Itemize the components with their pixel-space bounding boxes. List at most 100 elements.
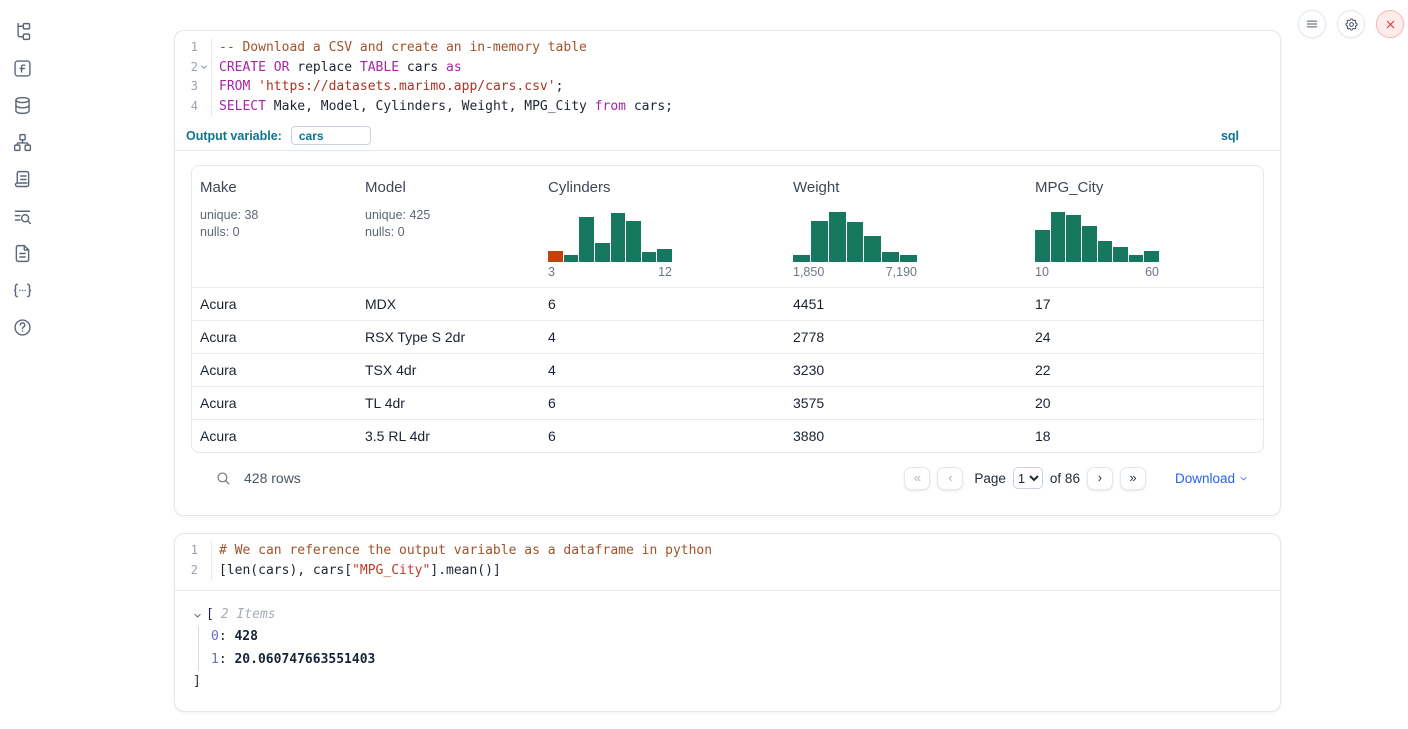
table-cell: 20 (1027, 395, 1263, 411)
histogram-bar[interactable] (1082, 226, 1097, 262)
histogram-bar[interactable] (657, 249, 672, 262)
file-explorer-icon[interactable] (12, 21, 33, 42)
histogram-bar[interactable] (548, 251, 563, 262)
sql-code-editor[interactable]: 1-- Download a CSV and create an in-memo… (175, 31, 1280, 122)
datasources-icon[interactable] (12, 95, 33, 116)
stat-line: unique: 425 (365, 207, 532, 224)
line-gutter: 4 (175, 97, 212, 117)
language-badge: sql (1221, 129, 1239, 143)
histogram-bar[interactable] (595, 243, 610, 262)
code-text[interactable]: -- Download a CSV and create an in-memor… (212, 38, 587, 58)
shutdown-button[interactable] (1376, 10, 1404, 38)
column-name[interactable]: Cylinders (548, 179, 777, 196)
column-name[interactable]: MPG_City (1035, 179, 1255, 196)
row-count: 428 rows (244, 470, 301, 486)
entry-key: 0 (211, 629, 219, 644)
collapse-chevron-icon[interactable] (193, 611, 202, 620)
column-histogram: 312 (548, 209, 672, 279)
menu-button[interactable] (1298, 10, 1326, 38)
dependency-graph-icon[interactable] (12, 132, 33, 153)
histogram-bar[interactable] (564, 255, 579, 262)
helper-functions-icon[interactable] (12, 58, 33, 79)
column-name[interactable]: Model (365, 179, 532, 196)
page-total-label: of 86 (1050, 471, 1080, 486)
snippets-icon[interactable] (12, 280, 33, 301)
histogram-labels: 1060 (1035, 265, 1159, 279)
histogram-bar[interactable] (811, 221, 828, 262)
last-page-button[interactable]: » (1120, 467, 1146, 490)
column-header: Model unique: 425nulls: 0 (357, 179, 540, 279)
documentation-icon[interactable] (12, 243, 33, 264)
column-name[interactable]: Weight (793, 179, 1019, 196)
histogram-max-label: 12 (658, 265, 672, 279)
table-cell: 4 (540, 362, 785, 378)
search-icon[interactable] (215, 470, 232, 487)
logs-icon[interactable] (12, 206, 33, 227)
help-icon[interactable] (12, 317, 33, 338)
python-cell: 1 # We can reference the output variable … (174, 533, 1281, 712)
histogram-bar[interactable] (882, 252, 899, 262)
code-text[interactable]: # We can reference the output variable a… (212, 541, 712, 561)
column-header: Makeunique: 38nulls: 0 (192, 179, 357, 279)
code-text[interactable]: SELECT Make, Model, Cylinders, Weight, M… (212, 97, 673, 117)
prev-page-button[interactable]: ‹ (937, 467, 963, 490)
code-line[interactable]: 2[len(cars), cars["MPG_City"].mean()] (175, 561, 1280, 581)
histogram-bar[interactable] (793, 255, 810, 262)
histogram-bar[interactable] (1035, 230, 1050, 262)
histogram-bar[interactable] (900, 255, 917, 262)
histogram-bar[interactable] (1129, 255, 1144, 262)
scratchpad-icon[interactable] (12, 169, 33, 190)
histogram-bar[interactable] (626, 221, 641, 262)
histogram-bar[interactable] (829, 212, 846, 262)
table-cell: 22 (1027, 362, 1263, 378)
line-gutter: 2 (175, 58, 212, 78)
sql-cell: 1-- Download a CSV and create an in-memo… (174, 30, 1281, 516)
histogram-bar[interactable] (1066, 215, 1081, 262)
histogram-bar[interactable] (579, 217, 594, 262)
table-row: Acura3.5 RL 4dr6388018 (192, 419, 1263, 452)
first-page-button[interactable]: « (904, 467, 930, 490)
histogram-bar[interactable] (1113, 247, 1128, 262)
column-header: Cylinders 312 (540, 179, 785, 279)
table-cell: 3575 (785, 395, 1027, 411)
code-line[interactable]: 4SELECT Make, Model, Cylinders, Weight, … (175, 97, 1280, 117)
output-variable-input[interactable] (291, 126, 371, 145)
python-code-editor[interactable]: 1 # We can reference the output variable … (175, 534, 1280, 591)
code-line[interactable]: 3FROM 'https://datasets.marimo.app/cars.… (175, 77, 1280, 97)
histogram-bar[interactable] (611, 213, 626, 262)
histogram-bar[interactable] (847, 222, 864, 262)
open-bracket: [ (206, 604, 214, 626)
table-body: AcuraMDX6445117AcuraRSX Type S 2dr427782… (192, 287, 1263, 452)
settings-button[interactable] (1337, 10, 1365, 38)
table-cell: 4451 (785, 296, 1027, 312)
code-line[interactable]: 1-- Download a CSV and create an in-memo… (175, 38, 1280, 58)
histogram-bars (793, 209, 917, 262)
output-variable-label: Output variable: (186, 129, 282, 143)
stat-line: nulls: 0 (200, 224, 349, 241)
fold-spacer (198, 38, 210, 58)
items-count-label: 2 Items (221, 604, 276, 626)
code-line[interactable]: 2CREATE OR replace TABLE cars as (175, 58, 1280, 78)
fold-spacer (198, 541, 210, 561)
column-header: Weight1,8507,190 (785, 179, 1027, 279)
histogram-bar[interactable] (1051, 212, 1066, 262)
line-number: 1 (175, 541, 198, 561)
download-button[interactable]: Download (1175, 471, 1248, 486)
table-cell: MDX (357, 296, 540, 312)
code-text[interactable]: FROM 'https://datasets.marimo.app/cars.c… (212, 77, 563, 97)
line-gutter: 1 (175, 38, 212, 58)
code-text[interactable]: CREATE OR replace TABLE cars as (212, 58, 462, 78)
page-select[interactable]: 1 (1013, 467, 1043, 489)
stat-line: nulls: 0 (365, 224, 532, 241)
fold-chevron-icon[interactable] (198, 58, 210, 78)
menu-icon (1305, 17, 1319, 31)
column-name[interactable]: Make (200, 179, 349, 196)
histogram-bar[interactable] (642, 252, 657, 262)
code-line[interactable]: 1 # We can reference the output variable … (175, 541, 1280, 561)
next-page-button[interactable]: › (1087, 467, 1113, 490)
code-text[interactable]: [len(cars), cars["MPG_City"].mean()] (212, 561, 501, 581)
histogram-bar[interactable] (864, 236, 881, 262)
histogram-bar[interactable] (1144, 251, 1159, 262)
table-cell: 6 (540, 395, 785, 411)
histogram-bar[interactable] (1098, 241, 1113, 262)
